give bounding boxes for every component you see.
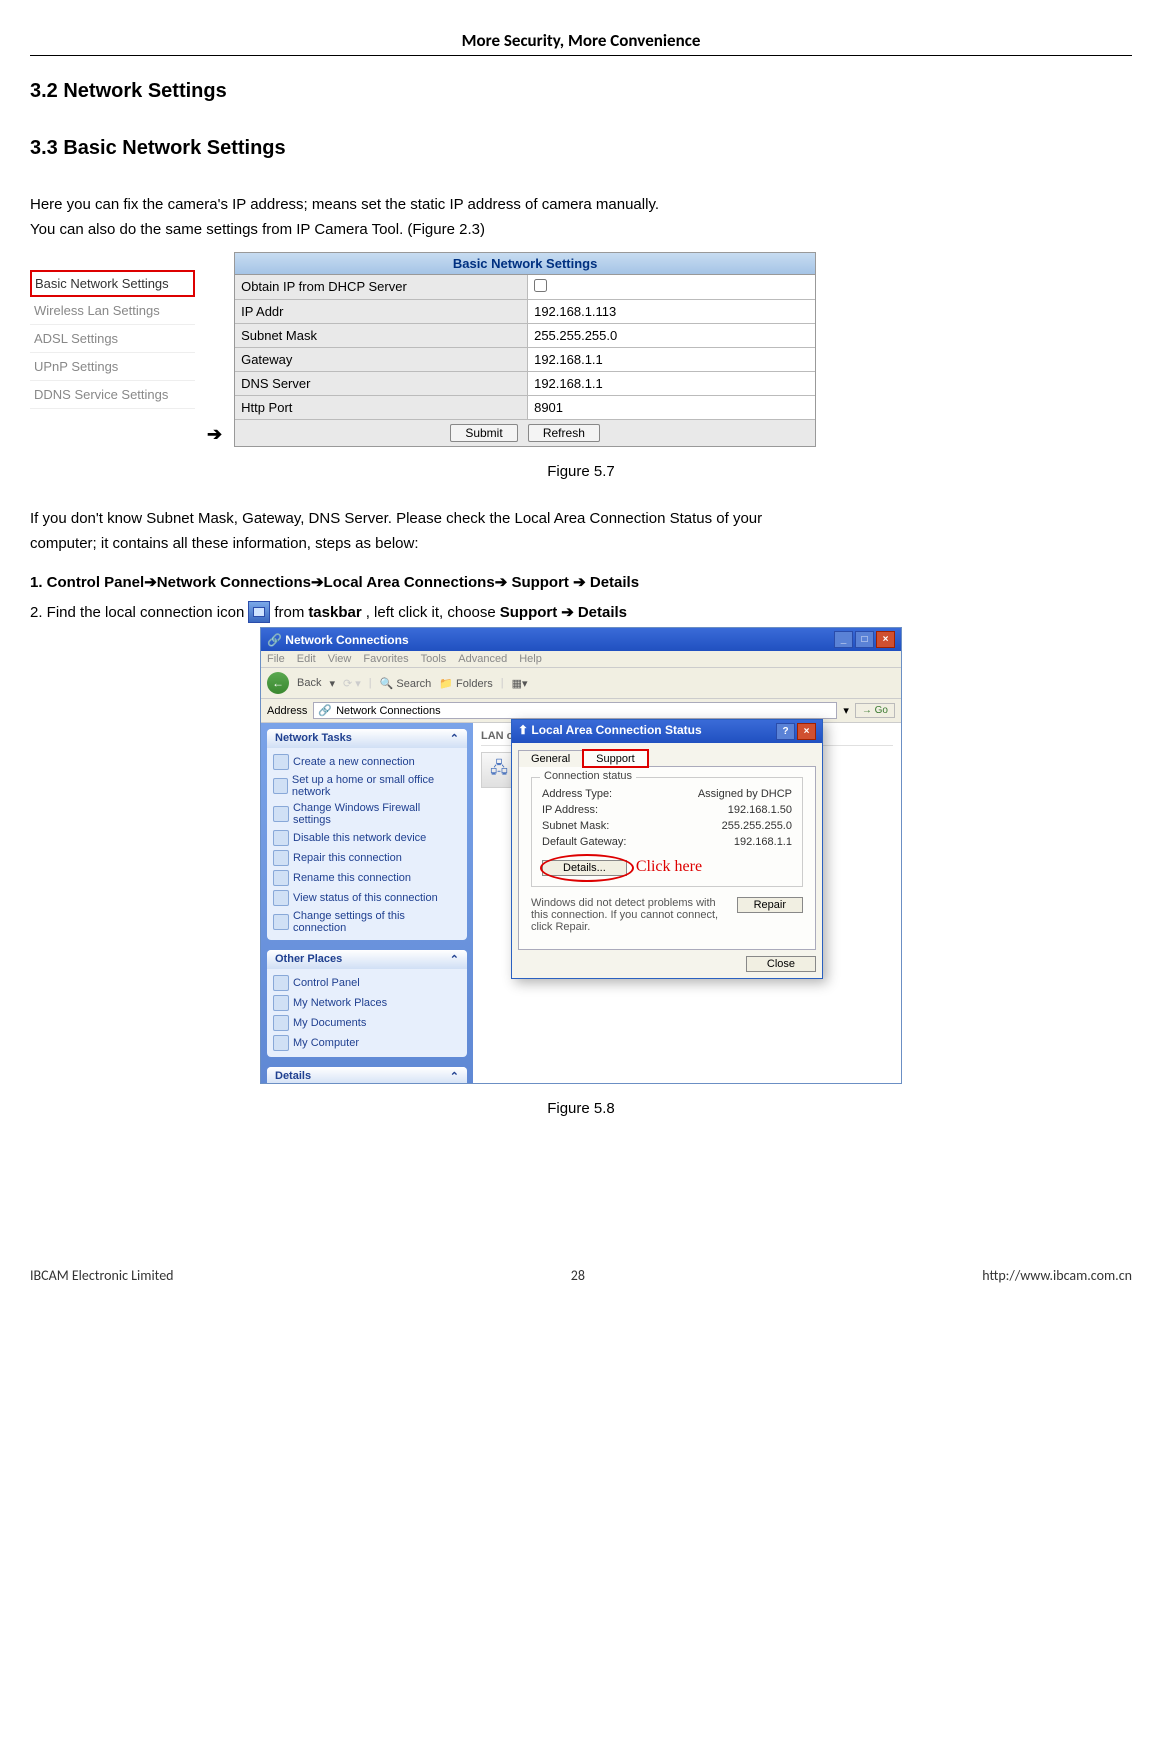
task-item[interactable]: View status of this connection bbox=[273, 888, 461, 908]
page-header: More Security, More Convenience bbox=[30, 30, 1132, 56]
bns-row-value: 8901 bbox=[528, 395, 815, 419]
figure-5-7: Basic Network SettingsWireless Lan Setti… bbox=[30, 252, 1132, 447]
close-icon[interactable]: × bbox=[876, 631, 895, 648]
status-row: Subnet Mask:255.255.255.0 bbox=[542, 818, 792, 834]
task-item[interactable]: Disable this network device bbox=[273, 828, 461, 848]
panel-title: Basic Network Settings bbox=[235, 253, 815, 275]
task-item[interactable]: Change Windows Firewall settings bbox=[273, 800, 461, 828]
tab-general[interactable]: General bbox=[518, 750, 583, 767]
bns-row-label: Obtain IP from DHCP Server bbox=[235, 275, 528, 299]
bns-row-value: 192.168.1.1 bbox=[528, 371, 815, 395]
dialog-help-icon[interactable]: ? bbox=[776, 723, 795, 740]
settings-nav: Basic Network SettingsWireless Lan Setti… bbox=[30, 270, 195, 409]
dialog-close-icon[interactable]: × bbox=[797, 723, 816, 740]
arrow-icon: ➔ bbox=[207, 424, 222, 447]
bns-row-label: Gateway bbox=[235, 347, 528, 371]
network-connections-window: 🔗 Network Connections _ □ × File Edit View… bbox=[260, 627, 902, 1084]
window-menu: File Edit View Favorites Tools Advanced Help bbox=[261, 651, 901, 668]
para2-line-2: computer; it contains all these informat… bbox=[30, 533, 1132, 554]
menu-item[interactable]: Advanced bbox=[458, 653, 507, 665]
heading-3-3: 3.3 Basic Network Settings bbox=[30, 137, 1132, 160]
settings-nav-item[interactable]: Basic Network Settings bbox=[30, 270, 195, 297]
details-panel: Details⌃ Local Area Connection bbox=[267, 1067, 467, 1083]
figure-5-8-caption: Figure 5.8 bbox=[30, 1100, 1132, 1117]
dhcp-checkbox[interactable] bbox=[534, 279, 547, 292]
maximize-icon[interactable]: □ bbox=[855, 631, 874, 648]
bns-row-label: Http Port bbox=[235, 395, 528, 419]
task-item[interactable]: Change settings of this connection bbox=[273, 908, 461, 936]
para2-line-1: If you don't know Subnet Mask, Gateway, … bbox=[30, 508, 1132, 529]
task-item[interactable]: Set up a home or small office network bbox=[273, 772, 461, 800]
submit-button[interactable]: Submit bbox=[450, 424, 517, 442]
refresh-button[interactable]: Refresh bbox=[528, 424, 600, 442]
bns-row-value bbox=[528, 275, 815, 299]
intro-line-1: Here you can fix the camera's IP address… bbox=[30, 194, 1132, 215]
bns-row-value: 192.168.1.113 bbox=[528, 299, 815, 323]
settings-nav-item[interactable]: Wireless Lan Settings bbox=[30, 297, 195, 325]
connection-status-fieldset: Connection status Address Type:Assigned … bbox=[531, 777, 803, 887]
task-item[interactable]: Create a new connection bbox=[273, 752, 461, 772]
step-1: 1. Control Panel➔Network Connections➔Loc… bbox=[30, 572, 1132, 593]
go-button[interactable]: → Go bbox=[855, 703, 895, 718]
address-field[interactable]: 🔗 Network Connections bbox=[313, 702, 837, 719]
minimize-icon[interactable]: _ bbox=[834, 631, 853, 648]
bns-row-value: 192.168.1.1 bbox=[528, 347, 815, 371]
sidebar: Network Tasks⌃ Create a new connectionSe… bbox=[261, 723, 473, 1083]
footer-page: 28 bbox=[571, 1267, 585, 1284]
highlight-oval bbox=[540, 854, 634, 882]
network-tasks-panel: Network Tasks⌃ Create a new connectionSe… bbox=[267, 729, 467, 940]
settings-nav-item[interactable]: UPnP Settings bbox=[30, 353, 195, 381]
status-row: IP Address:192.168.1.50 bbox=[542, 802, 792, 818]
status-row: Default Gateway:192.168.1.1 bbox=[542, 834, 792, 850]
other-place-item[interactable]: My Computer bbox=[273, 1033, 461, 1053]
menu-item[interactable]: Help bbox=[519, 653, 542, 665]
heading-3-2: 3.2 Network Settings bbox=[30, 80, 1132, 103]
menu-item[interactable]: Edit bbox=[297, 653, 316, 665]
settings-nav-item[interactable]: ADSL Settings bbox=[30, 325, 195, 353]
task-item[interactable]: Repair this connection bbox=[273, 848, 461, 868]
step-2: 2. Find the local connection icon from t… bbox=[30, 601, 1132, 623]
basic-network-settings-panel: Basic Network Settings Obtain IP from DH… bbox=[234, 252, 816, 447]
tab-support[interactable]: Support bbox=[583, 750, 648, 767]
task-item[interactable]: Rename this connection bbox=[273, 868, 461, 888]
window-toolbar: ← Back▾ ⟳ ▾ | 🔍 Search 📁 Folders | ▦▾ bbox=[261, 668, 901, 699]
bns-row-value: 255.255.255.0 bbox=[528, 323, 815, 347]
bns-row-label: Subnet Mask bbox=[235, 323, 528, 347]
menu-item[interactable]: View bbox=[328, 653, 352, 665]
other-places-panel: Other Places⌃ Control PanelMy Network Pl… bbox=[267, 950, 467, 1057]
other-place-item[interactable]: My Documents bbox=[273, 1013, 461, 1033]
settings-nav-item[interactable]: DDNS Service Settings bbox=[30, 381, 195, 409]
other-place-item[interactable]: Control Panel bbox=[273, 973, 461, 993]
taskbar-connection-icon bbox=[248, 601, 270, 623]
page-footer: IBCAM Electronic Limited 28 http://www.i… bbox=[30, 1267, 1132, 1284]
close-button[interactable]: Close bbox=[746, 956, 816, 972]
repair-button[interactable]: Repair bbox=[737, 897, 803, 913]
bns-row-label: DNS Server bbox=[235, 371, 528, 395]
footer-right: http://www.ibcam.com.cn bbox=[982, 1267, 1132, 1284]
menu-item[interactable]: File bbox=[267, 653, 285, 665]
figure-5-7-caption: Figure 5.7 bbox=[30, 463, 1132, 480]
other-place-item[interactable]: My Network Places bbox=[273, 993, 461, 1013]
footer-left: IBCAM Electronic Limited bbox=[30, 1267, 174, 1284]
status-row: Address Type:Assigned by DHCP bbox=[542, 786, 792, 802]
intro-line-2: You can also do the same settings from I… bbox=[30, 219, 1132, 240]
menu-item[interactable]: Tools bbox=[421, 653, 447, 665]
click-here-label: Click here bbox=[636, 858, 702, 875]
back-icon[interactable]: ← bbox=[267, 672, 289, 694]
dialog-tabs: GeneralSupport bbox=[512, 743, 822, 766]
connection-status-dialog: ⬆ Local Area Connection Status ? × Gener… bbox=[511, 719, 823, 979]
menu-item[interactable]: Favorites bbox=[363, 653, 408, 665]
repair-note: Windows did not detect problems with thi… bbox=[531, 897, 803, 933]
bns-row-label: IP Addr bbox=[235, 299, 528, 323]
window-title-bar: 🔗 Network Connections _ □ × bbox=[261, 628, 901, 651]
